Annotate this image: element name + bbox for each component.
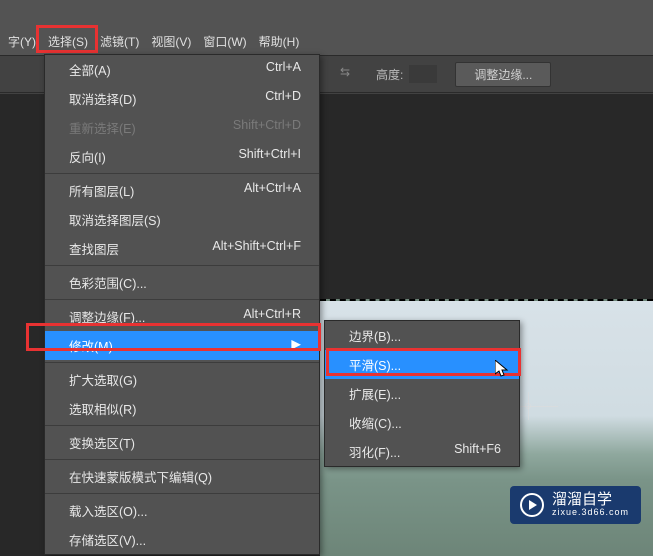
menu-item-grow[interactable]: 扩大选取(G) [45, 365, 319, 394]
submenu-item-border[interactable]: 边界(B)... [325, 321, 519, 350]
menu-item-all-layers[interactable]: 所有图层(L)Alt+Ctrl+A [45, 176, 319, 205]
menu-item-save-selection[interactable]: 存储选区(V)... [45, 525, 319, 554]
refine-edge-button[interactable]: 调整边缘... [455, 62, 551, 87]
submenu-item-smooth[interactable]: 平滑(S)... [325, 350, 519, 379]
menu-item-refine-edge[interactable]: 调整边缘(F)...Alt+Ctrl+R [45, 302, 319, 331]
height-label: 高度: [376, 66, 403, 83]
menu-view[interactable]: 视图(V) [145, 29, 197, 54]
menu-item-similar[interactable]: 选取相似(R) [45, 394, 319, 423]
menu-bar: 字(Y) 选择(S) 滤镜(T) 视图(V) 窗口(W) 帮助(H) [0, 27, 653, 55]
menu-text[interactable]: 字(Y) [2, 29, 42, 54]
play-icon [520, 493, 544, 517]
submenu-item-expand[interactable]: 扩展(E)... [325, 379, 519, 408]
menu-select[interactable]: 选择(S) [42, 29, 94, 54]
menu-item-load-selection[interactable]: 载入选区(O)... [45, 496, 319, 525]
submenu-item-feather[interactable]: 羽化(F)...Shift+F6 [325, 437, 519, 466]
menu-item-inverse[interactable]: 反向(I)Shift+Ctrl+I [45, 142, 319, 171]
menu-item-reselect: 重新选择(E)Shift+Ctrl+D [45, 113, 319, 142]
watermark-url: zixue.3d66.com [552, 508, 629, 518]
menu-window[interactable]: 窗口(W) [197, 29, 252, 54]
menu-item-select-all[interactable]: 全部(A)Ctrl+A [45, 55, 319, 84]
watermark-badge: 溜溜自学 zixue.3d66.com [510, 486, 641, 524]
menu-item-color-range[interactable]: 色彩范围(C)... [45, 268, 319, 297]
menu-filter[interactable]: 滤镜(T) [94, 29, 145, 54]
submenu-item-contract[interactable]: 收缩(C)... [325, 408, 519, 437]
menu-item-deselect-layers[interactable]: 取消选择图层(S) [45, 205, 319, 234]
submenu-arrow-icon: ▶ [291, 336, 301, 355]
menu-item-quick-mask[interactable]: 在快速蒙版模式下编辑(Q) [45, 462, 319, 491]
menu-item-find-layers[interactable]: 查找图层Alt+Shift+Ctrl+F [45, 234, 319, 263]
menu-item-transform-selection[interactable]: 变换选区(T) [45, 428, 319, 457]
swap-icon[interactable]: ⇆ [340, 65, 358, 83]
menu-item-modify[interactable]: 修改(M)▶ [45, 331, 319, 360]
height-input[interactable] [409, 65, 437, 83]
menu-help[interactable]: 帮助(H) [253, 29, 306, 54]
modify-submenu: 边界(B)... 平滑(S)... 扩展(E)... 收缩(C)... 羽化(F… [324, 320, 520, 467]
menu-item-deselect[interactable]: 取消选择(D)Ctrl+D [45, 84, 319, 113]
watermark-title: 溜溜自学 [552, 492, 629, 509]
select-menu-dropdown: 全部(A)Ctrl+A 取消选择(D)Ctrl+D 重新选择(E)Shift+C… [44, 54, 320, 555]
